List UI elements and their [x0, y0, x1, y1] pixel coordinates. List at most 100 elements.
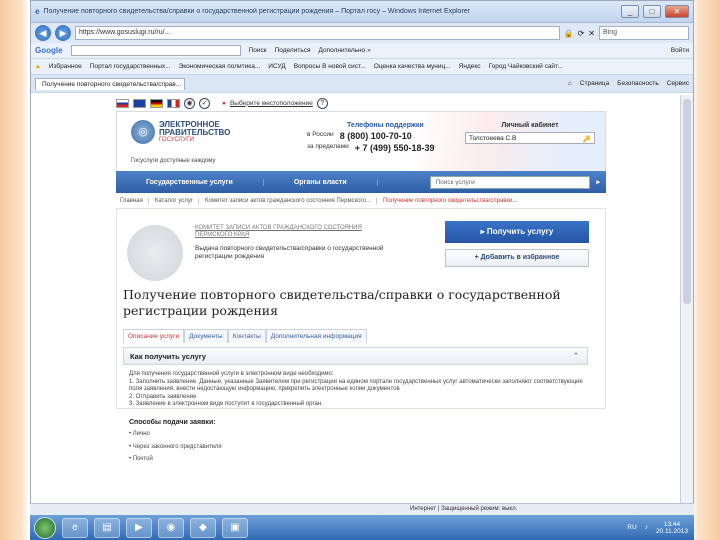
- service-tabs: Описание услуги Документы Контакты Допол…: [123, 329, 367, 343]
- google-share-button[interactable]: Поделиться: [275, 47, 311, 54]
- accessibility-icon[interactable]: ◉: [184, 97, 195, 109]
- favorites-bar: ★ Избранное Портал государственных... Эк…: [31, 59, 693, 75]
- gosuslugi-page: ◉ ✓ ● Выберите местоположение ? ◎ ЭЛЕКТР…: [116, 95, 606, 462]
- logo-sub: ГОСУСЛУГИ: [159, 137, 194, 143]
- search-arrow-icon[interactable]: ▸: [596, 178, 600, 186]
- minimize-button[interactable]: _: [621, 5, 639, 18]
- google-signin-link[interactable]: Войти: [671, 47, 689, 54]
- tool-page[interactable]: Страница: [580, 80, 609, 87]
- flag-ru-icon[interactable]: [116, 98, 129, 108]
- status-bar: Интернет | Защищенный режим: выкл.: [30, 503, 694, 515]
- favorites-label[interactable]: Избранное: [49, 63, 82, 70]
- logo-line2: ПРАВИТЕЛЬСТВО: [159, 128, 231, 137]
- chevron-up-icon: ⌃: [572, 351, 579, 360]
- add-favorite-button[interactable]: + Добавить в избранное: [445, 249, 589, 267]
- cabinet-user-field[interactable]: Толстоеева С.В 🔑: [465, 132, 595, 144]
- list-item: • Лично: [129, 431, 150, 437]
- app-taskbar-icon[interactable]: ◆: [190, 517, 216, 538]
- way-label: Через законного представителя: [132, 443, 222, 450]
- coat-of-arms-icon: [127, 225, 183, 281]
- forward-icon[interactable]: ▶: [55, 25, 71, 41]
- help-icon[interactable]: ?: [316, 97, 328, 109]
- chrome-taskbar-icon[interactable]: ◉: [158, 517, 184, 538]
- close-button[interactable]: ✕: [665, 5, 689, 18]
- ways-title: Способы подачи заявки:: [129, 418, 216, 426]
- folder-taskbar-icon[interactable]: ▤: [94, 517, 120, 538]
- ways-list: • Лично • Через законного представителя …: [129, 431, 589, 464]
- favorite-link[interactable]: Город Чайковский сайт...: [489, 63, 563, 70]
- service-search-input[interactable]: Поиск услуги: [430, 175, 591, 189]
- flag-uk-icon[interactable]: [133, 98, 146, 108]
- details-line: 3. Заявление в электронном виде поступит…: [129, 401, 323, 407]
- cabinet-title: Личный кабинет: [501, 122, 559, 129]
- nav-services[interactable]: Государственные услуги: [116, 178, 264, 186]
- start-button[interactable]: [34, 516, 56, 539]
- gosuslugi-note: Госуслуги доступные каждому: [131, 158, 216, 164]
- key-icon: 🔑: [582, 136, 591, 143]
- details-line: 2. Отправить заявление: [129, 393, 197, 400]
- browser-window: e Получение повторного свидетельства/спр…: [30, 0, 694, 515]
- breadcrumb: Главная Каталог услуг Комитет записи акт…: [116, 193, 606, 209]
- flag-fr-icon[interactable]: [167, 98, 180, 108]
- refresh-icon[interactable]: ⟳: [578, 29, 585, 38]
- browser-tab[interactable]: Получение повторного свидетельства/справ…: [35, 77, 185, 90]
- favorite-link[interactable]: Экономическая политика...: [179, 63, 261, 70]
- get-service-button[interactable]: ▸ Получить услугу: [445, 221, 589, 243]
- tab-additional-info[interactable]: Дополнительная информация: [265, 329, 367, 343]
- volume-icon[interactable]: ♪: [645, 524, 648, 531]
- breadcrumb-agency[interactable]: Комитет записи актов гражданского состоя…: [205, 197, 378, 204]
- tool-service[interactable]: Сервис: [667, 80, 689, 87]
- google-search-input[interactable]: [70, 45, 241, 56]
- media-taskbar-icon[interactable]: ▶: [126, 517, 152, 538]
- main-nav: Государственные услуги Органы власти Пои…: [116, 171, 606, 193]
- breadcrumb-current: Получение повторного свидетельства/справ…: [383, 197, 518, 204]
- site-logo[interactable]: ◎ ЭЛЕКТРОННОЕ ПРАВИТЕЛЬСТВО ГОСУСЛУГИ: [131, 120, 230, 144]
- search-input[interactable]: Bing: [599, 26, 689, 40]
- favorite-link[interactable]: Вопросы В новой сист...: [294, 63, 366, 70]
- google-toolbar: Google Поиск Поделиться Дополнительно » …: [31, 43, 693, 59]
- cabinet-user-name: Толстоеева С.В: [469, 135, 517, 142]
- google-search-button[interactable]: Поиск: [249, 47, 267, 54]
- clock-time: 13:44: [663, 520, 681, 528]
- google-logo: Google: [35, 46, 63, 55]
- flag-de-icon[interactable]: [150, 98, 163, 108]
- support-title: Телефоны поддержки: [347, 122, 424, 129]
- address-bar: ◀ ▶ https://www.gosuslugi.ru/ru/... 🔒 ⟳ …: [31, 23, 693, 43]
- check-icon[interactable]: ✓: [199, 97, 210, 109]
- tool-security[interactable]: Безопасность: [617, 80, 658, 87]
- url-field[interactable]: https://www.gosuslugi.ru/ru/...: [75, 26, 560, 40]
- tray-language[interactable]: RU: [627, 524, 636, 531]
- favorite-link[interactable]: ИСУД: [268, 63, 285, 70]
- ie-taskbar-icon[interactable]: e: [62, 517, 88, 538]
- clock[interactable]: 13:44 20.11.2013: [656, 521, 688, 535]
- how-to-get-title: Как получить услугу: [130, 352, 207, 361]
- how-to-get-header[interactable]: Как получить услугу ⌃: [123, 347, 588, 365]
- maximize-button[interactable]: □: [643, 5, 661, 18]
- tab-documents[interactable]: Документы: [184, 329, 228, 343]
- vertical-scrollbar[interactable]: [680, 95, 693, 514]
- window-taskbar-icon[interactable]: ▣: [222, 517, 248, 538]
- details-line: Для получения государственной услуги в э…: [129, 371, 334, 377]
- breadcrumb-home[interactable]: Главная: [120, 197, 149, 204]
- support-phones: Телефоны поддержки в России 8 (800) 100-7…: [307, 122, 435, 153]
- favorites-star-icon[interactable]: ★: [35, 63, 41, 71]
- tab-description[interactable]: Описание услуги: [123, 329, 185, 343]
- stop-icon[interactable]: ✕: [588, 29, 595, 38]
- window-title: Получение повторного свидетельства/справ…: [43, 8, 471, 15]
- scrollbar-thumb[interactable]: [683, 99, 691, 304]
- favorite-link[interactable]: Оценка качества муниц...: [374, 63, 451, 70]
- favorite-link[interactable]: Яндекс: [459, 63, 481, 70]
- personal-cabinet: Личный кабинет Толстоеева С.В 🔑: [465, 122, 595, 144]
- home-icon[interactable]: ⌂: [568, 80, 572, 87]
- google-more-button[interactable]: Дополнительно »: [318, 47, 370, 54]
- way-label: Лично: [132, 431, 150, 437]
- support-abroad-phone: + 7 (499) 550-18-39: [354, 143, 435, 153]
- breadcrumb-catalog[interactable]: Каталог услуг: [155, 197, 199, 204]
- nav-authorities[interactable]: Органы власти: [264, 178, 378, 186]
- agency-link[interactable]: КОМИТЕТ ЗАПИСИ АКТОВ ГРАЖДАНСКОГО СОСТОЯ…: [195, 225, 385, 239]
- tab-contacts[interactable]: Контакты: [227, 329, 266, 343]
- back-icon[interactable]: ◀: [35, 25, 51, 41]
- tab-bar: Получение повторного свидетельства/справ…: [31, 75, 693, 93]
- location-select[interactable]: Выберите местоположение: [230, 100, 313, 107]
- favorite-link[interactable]: Портал государственных...: [90, 63, 171, 70]
